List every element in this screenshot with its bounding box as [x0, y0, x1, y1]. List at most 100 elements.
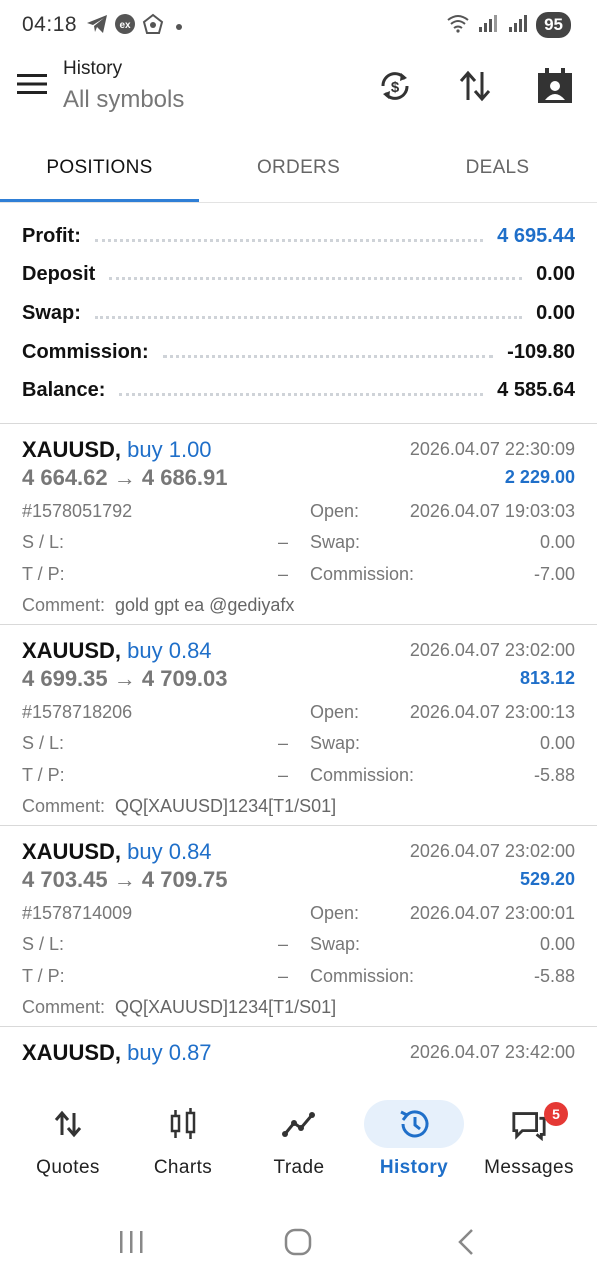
- position-detail-row: T / P: – Commission: -7.00: [22, 564, 575, 586]
- position-tp: –: [277, 564, 288, 584]
- history-tabs: POSITIONS ORDERS DEALS: [0, 140, 597, 204]
- position-swap: 0.00: [539, 934, 575, 954]
- home-icon: [284, 1228, 312, 1256]
- position-detail-row: T / P: – Commission: -5.88: [22, 966, 575, 988]
- back-button[interactable]: [446, 1224, 486, 1260]
- nav-label: Quotes: [36, 1157, 100, 1178]
- summary-deposit-row: Deposit 0.00: [0, 256, 597, 295]
- position-profit: 529.20: [519, 869, 575, 889]
- summary-deposit-value: 0.00: [536, 263, 575, 286]
- nav-label: Trade: [273, 1157, 325, 1178]
- dotted-leader: [162, 354, 494, 358]
- tab-deals[interactable]: DEALS: [398, 140, 597, 204]
- position-profit: 2 229.00: [504, 467, 575, 487]
- position-sl: –: [277, 733, 288, 753]
- wifi-icon: [446, 13, 470, 38]
- position-ticket: #1578714009: [22, 903, 133, 923]
- messages-badge: 5: [544, 1102, 568, 1126]
- menu-icon: [17, 74, 47, 94]
- status-system-icons: 95: [446, 12, 571, 38]
- position-swap: 0.00: [539, 532, 575, 552]
- summary-label: Commission:: [22, 340, 149, 363]
- status-notification-icons: ex: [86, 13, 182, 40]
- position-close-time: 2026.04.07 22:30:09: [409, 439, 575, 459]
- summary-profit-value: 4 695.44: [497, 224, 575, 247]
- calendar-button[interactable]: [535, 66, 575, 106]
- position-symbol: XAUUSD,: [22, 638, 122, 663]
- menu-button[interactable]: [14, 66, 50, 102]
- position-card[interactable]: XAUUSD, buy 1.00 2026.04.07 22:30:09 4 6…: [0, 424, 597, 625]
- home-button[interactable]: [278, 1224, 318, 1260]
- messages-icon: [511, 1106, 547, 1142]
- battery-indicator: 95: [536, 12, 571, 38]
- nav-trade[interactable]: Trade: [244, 1090, 354, 1190]
- tp-label: T / P:: [22, 966, 65, 986]
- sort-button[interactable]: [455, 66, 495, 106]
- sync-icon: [142, 13, 164, 40]
- trade-icon: [281, 1106, 317, 1142]
- top-app-bar: History All symbols $: [0, 52, 597, 136]
- tab-orders[interactable]: ORDERS: [199, 140, 398, 204]
- nav-messages[interactable]: 5 Messages: [474, 1090, 584, 1190]
- position-sl: –: [277, 934, 288, 954]
- summary-label: Balance:: [22, 379, 106, 402]
- swap-label: Swap:: [310, 532, 361, 552]
- position-card[interactable]: XAUUSD, buy 0.84 2026.04.07 23:02:00 4 7…: [0, 826, 597, 1027]
- position-side: buy 1.00: [127, 437, 212, 462]
- position-card[interactable]: XAUUSD, buy 0.87 2026.04.07 23:42:00: [0, 1027, 597, 1072]
- position-tp: –: [277, 966, 288, 986]
- sl-label: S / L:: [22, 532, 65, 552]
- symbol-filter[interactable]: All symbols: [63, 86, 184, 114]
- position-symbol: XAUUSD,: [22, 839, 122, 864]
- position-symbol: XAUUSD,: [22, 437, 122, 462]
- nav-quotes[interactable]: Quotes: [13, 1090, 123, 1190]
- dotted-leader: [94, 315, 523, 319]
- comment-label: Comment:: [22, 595, 106, 615]
- nav-charts[interactable]: Charts: [128, 1090, 238, 1190]
- currency-sync-button[interactable]: $: [375, 66, 415, 106]
- position-prices: 4 664.62 → 4 686.91: [22, 465, 228, 490]
- telegram-icon: [86, 14, 108, 39]
- tp-label: T / P:: [22, 564, 65, 584]
- commission-label: Commission:: [310, 564, 415, 584]
- position-symbol: XAUUSD,: [22, 1040, 122, 1065]
- recent-apps-button[interactable]: [111, 1224, 151, 1260]
- signal-icon: [478, 14, 498, 37]
- position-comment: gold gpt ea @gediyafx: [115, 595, 295, 615]
- open-label: Open:: [310, 903, 360, 923]
- divider: [0, 202, 597, 203]
- dotted-leader: [94, 238, 484, 242]
- summary-balance-row: Balance: 4 585.64: [0, 371, 597, 410]
- bottom-navigation: Quotes Charts Trade History 5 Messages: [0, 1090, 597, 1200]
- back-icon: [458, 1229, 473, 1255]
- position-symbol-line: XAUUSD, buy 0.84: [22, 638, 212, 664]
- sl-label: S / L:: [22, 934, 65, 954]
- swap-label: Swap:: [310, 733, 361, 753]
- summary-label: Swap:: [22, 301, 81, 324]
- charts-icon: [165, 1106, 201, 1142]
- status-bar: 04:18 ex 95: [0, 0, 597, 52]
- history-icon: [396, 1106, 432, 1142]
- summary-commission-value: -109.80: [507, 340, 575, 363]
- position-comment-row: Comment: QQ[XAUUSD]1234[T1/S01]: [22, 796, 575, 818]
- signal-r-icon: [506, 14, 528, 37]
- position-side: buy 0.87: [127, 1040, 212, 1065]
- commission-label: Commission:: [310, 966, 415, 986]
- position-comment: QQ[XAUUSD]1234[T1/S01]: [115, 997, 337, 1017]
- nav-history[interactable]: History: [359, 1090, 469, 1190]
- tab-positions[interactable]: POSITIONS: [0, 140, 199, 204]
- summary-label: Profit:: [22, 224, 81, 247]
- page-title: History: [63, 58, 123, 79]
- position-detail-row: #1578714009 Open: 2026.04.07 23:00:01: [22, 903, 575, 925]
- summary-swap-row: Swap: 0.00: [0, 294, 597, 333]
- commission-label: Commission:: [310, 765, 415, 785]
- svg-text:ex: ex: [119, 20, 131, 31]
- dotted-leader: [109, 277, 523, 281]
- calendar-icon: [538, 68, 572, 103]
- positions-list[interactable]: XAUUSD, buy 1.00 2026.04.07 22:30:09 4 6…: [0, 424, 597, 1072]
- sl-label: S / L:: [22, 733, 65, 753]
- position-detail-row: S / L: – Swap: 0.00: [22, 532, 575, 554]
- currency-sync-icon: $: [381, 72, 409, 100]
- position-card[interactable]: XAUUSD, buy 0.84 2026.04.07 23:02:00 4 6…: [0, 625, 597, 826]
- position-prices: 4 699.35 → 4 709.03: [22, 666, 228, 691]
